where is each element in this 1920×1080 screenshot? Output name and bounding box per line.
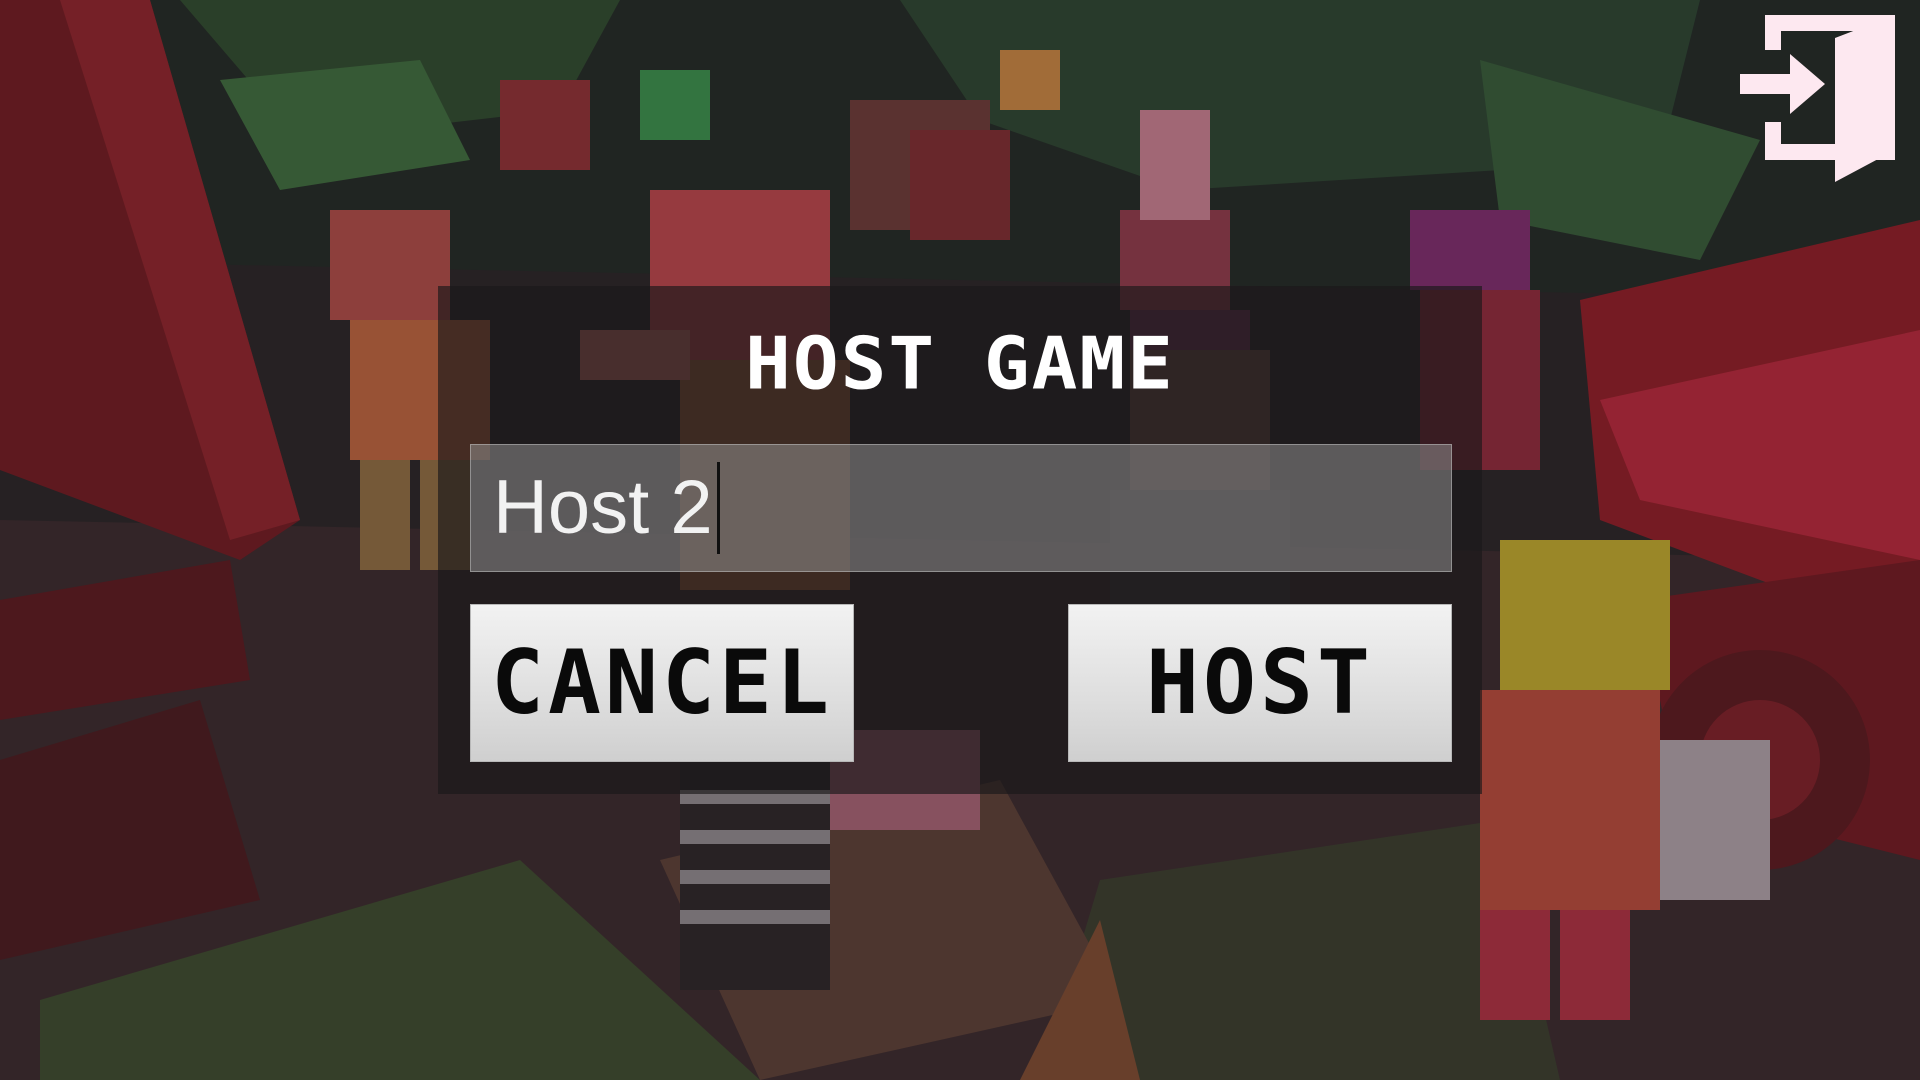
host-name-value: Host 2 (493, 465, 713, 550)
host-button[interactable]: HOST (1068, 604, 1452, 762)
host-game-dialog: HOST GAME Host 2 CANCEL HOST (438, 286, 1482, 794)
exit-door-icon (1740, 15, 1895, 182)
host-button-label: HOST (1146, 631, 1374, 734)
exit-button[interactable] (1735, 10, 1905, 190)
text-caret (716, 462, 720, 554)
host-name-input[interactable]: Host 2 (470, 444, 1452, 572)
cancel-button[interactable]: CANCEL (470, 604, 854, 762)
cancel-button-label: CANCEL (491, 631, 833, 734)
dialog-title: HOST GAME (745, 321, 1175, 406)
